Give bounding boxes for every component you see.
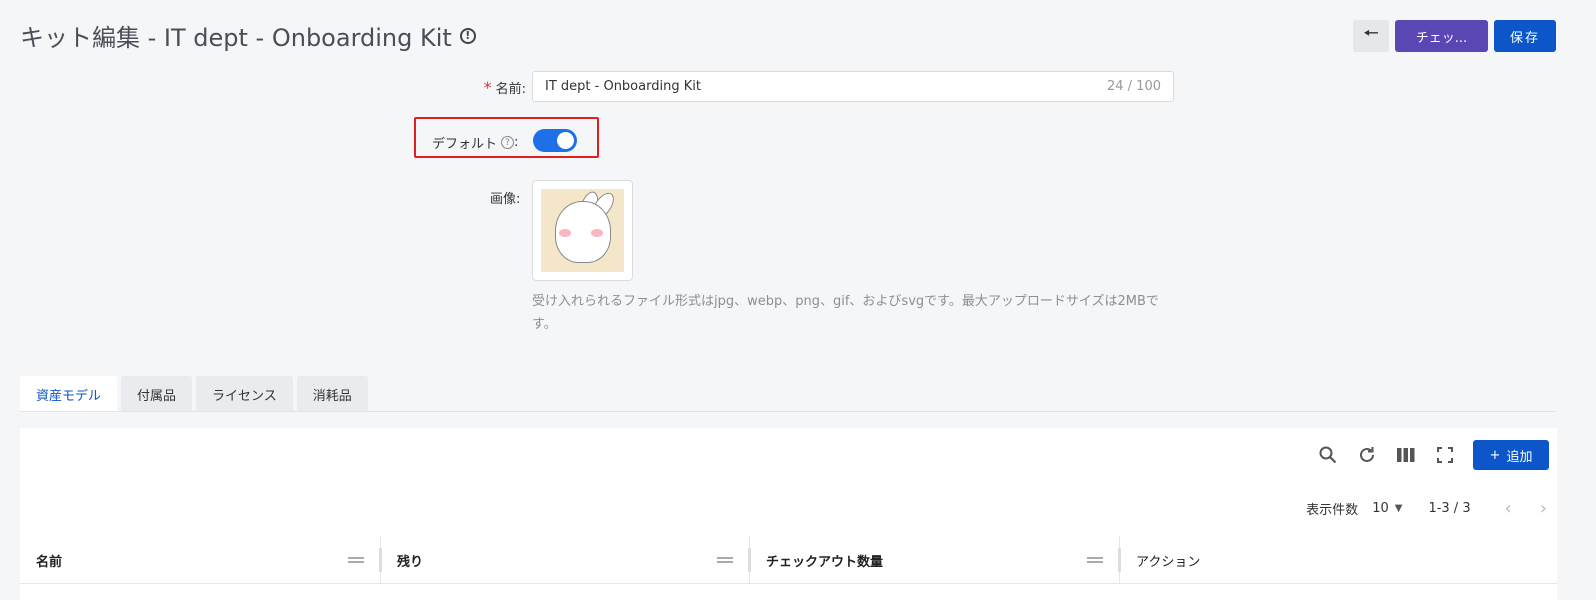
per-page-select[interactable]: 10 ▼ [1372, 501, 1402, 516]
save-button[interactable]: 保存 [1494, 20, 1556, 52]
table-panel: + 追加 表示件数 10 ▼ 1-3 / 3 ‹ › 名前 残り チェックアウト… [20, 428, 1557, 600]
tab-consumables[interactable]: 消耗品 [296, 376, 368, 412]
tab-divider [20, 411, 1556, 412]
name-input-value: IT dept - Onboarding Kit [545, 79, 701, 94]
column-header-checkout-qty[interactable]: チェックアウト数量 [750, 536, 1121, 584]
tab-asset-models[interactable]: 資産モデル [20, 376, 118, 412]
drag-handle-icon[interactable] [717, 557, 733, 563]
checkout-button[interactable]: チェッ... [1395, 20, 1488, 52]
image-label-text: 画像: [490, 192, 521, 207]
default-colon: : [514, 135, 519, 150]
info-icon[interactable]: ! [459, 27, 476, 44]
columns-icon[interactable] [1395, 445, 1416, 466]
tab-accessories[interactable]: 付属品 [121, 376, 193, 412]
page-title: キット編集 - IT dept - Onboarding Kit ! [20, 18, 476, 53]
tab-bar: 資産モデル 付属品 ライセンス 消耗品 [20, 376, 368, 412]
pagination: 表示件数 10 ▼ 1-3 / 3 ‹ › [1306, 498, 1547, 519]
column-header-remaining[interactable]: 残り [381, 536, 751, 584]
chevron-down-icon: ▼ [1394, 503, 1403, 514]
image-upload[interactable] [532, 180, 633, 281]
page-range: 1-3 / 3 [1428, 501, 1471, 516]
table-header: 名前 残り チェックアウト数量 アクション [20, 536, 1557, 584]
default-toggle[interactable] [533, 129, 577, 152]
per-page-label: 表示件数 [1306, 503, 1359, 518]
column-header-actions: アクション [1120, 536, 1557, 584]
name-label: * 名前: [470, 78, 526, 97]
next-page-icon[interactable]: › [1540, 498, 1547, 519]
toggle-knob [557, 132, 574, 149]
column-label: 残り [397, 554, 424, 570]
fullscreen-icon[interactable] [1434, 445, 1455, 466]
column-label: アクション [1136, 554, 1201, 570]
column-label: チェックアウト数量 [766, 554, 884, 570]
refresh-icon[interactable] [1356, 445, 1377, 466]
required-mark: * [483, 78, 492, 97]
add-button-label: 追加 [1506, 449, 1533, 465]
table-toolbar: + 追加 [1317, 440, 1549, 470]
column-label: 名前 [36, 554, 63, 570]
kit-image [541, 189, 624, 272]
page-title-text: キット編集 - IT dept - Onboarding Kit [20, 24, 452, 52]
search-icon[interactable] [1317, 445, 1338, 466]
prev-page-icon[interactable]: ‹ [1505, 498, 1512, 519]
bunny-cheek [559, 229, 571, 237]
back-button[interactable]: 🠔 [1353, 20, 1389, 52]
add-button[interactable]: + 追加 [1473, 440, 1549, 470]
column-header-name[interactable]: 名前 [20, 536, 382, 584]
drag-handle-icon[interactable] [1087, 557, 1103, 563]
upload-hint: 受け入れられるファイル形式はjpg、webp、png、gif、およびsvgです。… [532, 294, 1159, 332]
image-label: 画像: [490, 188, 520, 207]
default-label-text: デフォルト [432, 137, 498, 152]
char-counter: 24 / 100 [1107, 79, 1161, 94]
name-input[interactable]: IT dept - Onboarding Kit 24 / 100 [532, 71, 1174, 102]
drag-handle-icon[interactable] [348, 557, 364, 563]
tab-licenses[interactable]: ライセンス [196, 376, 293, 412]
plus-icon: + [1489, 447, 1501, 463]
help-icon[interactable]: ? [501, 136, 515, 149]
top-actions: 🠔 チェッ... 保存 [1353, 20, 1556, 52]
name-label-text: 名前: [495, 82, 526, 97]
per-page-value: 10 [1372, 501, 1389, 516]
arrow-left-icon: 🠔 [1363, 23, 1379, 44]
default-label: デフォルト ? : [432, 133, 518, 152]
bunny-cheek [591, 229, 603, 237]
